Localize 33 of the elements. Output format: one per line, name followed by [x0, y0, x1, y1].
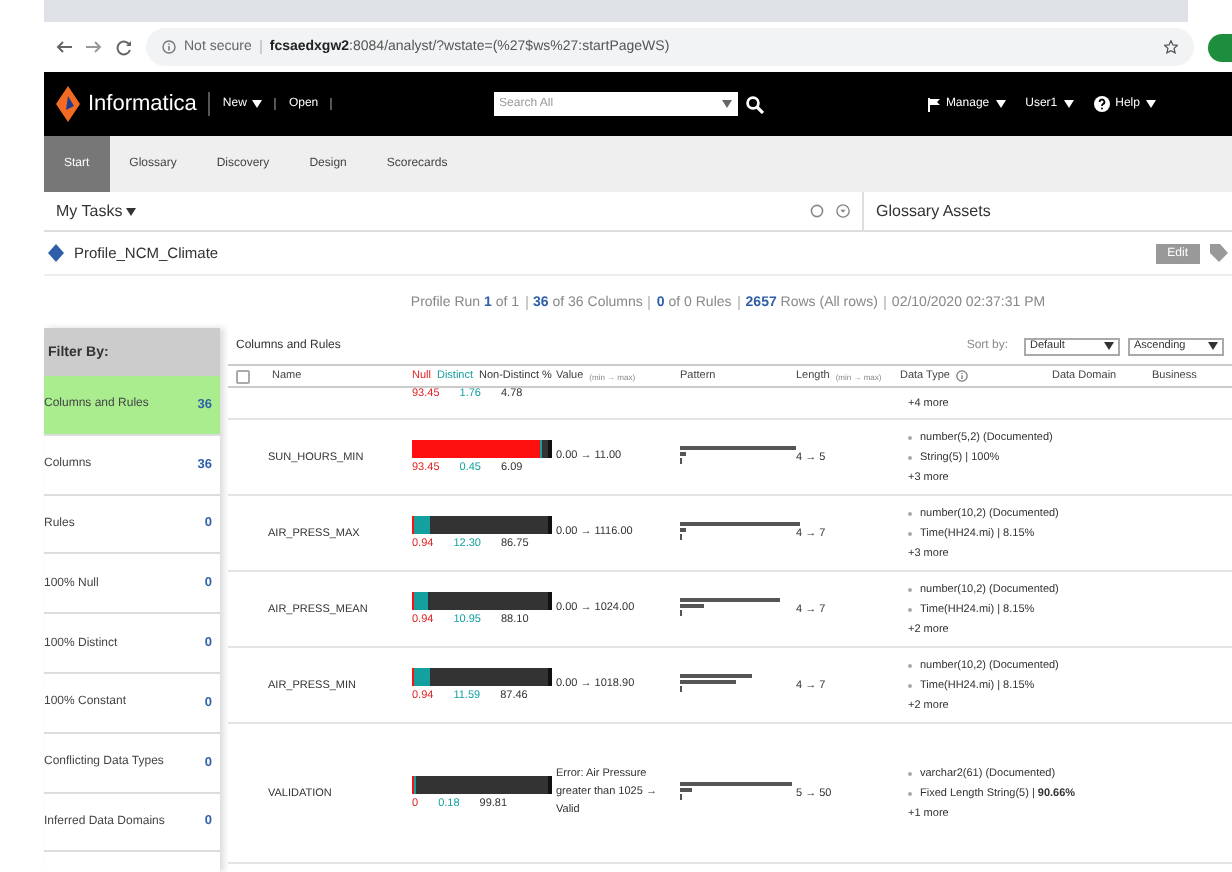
- logo-icon: [56, 86, 80, 122]
- flag-icon: [927, 97, 940, 111]
- pattern-drawing: [680, 782, 792, 800]
- brand-name: Informatica: [88, 92, 211, 116]
- caret-icon: [1145, 100, 1156, 108]
- caret-icon: [1063, 100, 1074, 108]
- my-tasks-title[interactable]: My Tasks: [56, 202, 137, 220]
- pattern-drawing: [680, 674, 752, 692]
- back-icon[interactable]: [56, 40, 72, 54]
- info-icon: [162, 40, 176, 54]
- caret-icon: [252, 100, 263, 108]
- pattern-drawing: [680, 522, 800, 540]
- pattern-drawing: [680, 598, 780, 616]
- search-icon[interactable]: [745, 95, 764, 113]
- tag-icon[interactable]: [1210, 244, 1228, 262]
- select-all-checkbox[interactable]: [236, 369, 250, 383]
- caret-icon: [1104, 342, 1114, 350]
- caret-icon: [995, 100, 1006, 108]
- pattern-drawing: [680, 446, 796, 464]
- refresh-icon[interactable]: [810, 204, 824, 218]
- avatar-icon[interactable]: [1208, 33, 1232, 61]
- reload-icon[interactable]: [116, 39, 132, 55]
- search-dropdown-button[interactable]: [717, 92, 738, 116]
- glossary-assets-title: Glossary Assets: [876, 202, 991, 220]
- caret-icon: [1208, 342, 1218, 350]
- info-icon: [955, 370, 968, 382]
- caret-icon: [126, 207, 137, 215]
- forward-icon[interactable]: [86, 40, 102, 54]
- profile-icon: [48, 244, 64, 262]
- help-icon: [1093, 96, 1110, 112]
- collapse-icon[interactable]: [836, 204, 850, 218]
- caret-icon: [722, 100, 733, 108]
- star-icon[interactable]: [1164, 40, 1178, 54]
